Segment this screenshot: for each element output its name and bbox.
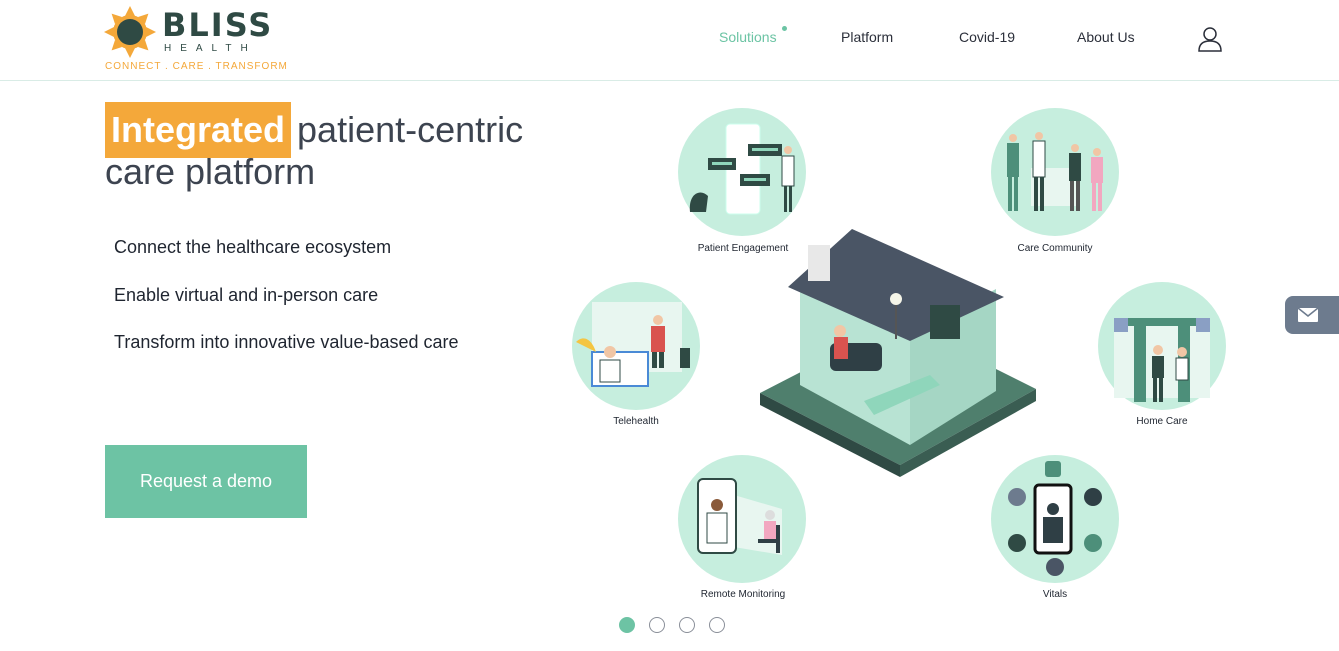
home-care-illustration (1098, 282, 1226, 410)
nav-covid-19[interactable]: Covid-19 (959, 29, 1015, 45)
contact-mail-tab[interactable] (1285, 296, 1339, 334)
user-icon[interactable] (1198, 26, 1222, 52)
bullet-transform: Transform into innovative value-based ca… (114, 332, 459, 352)
carousel-dot-3[interactable] (679, 617, 695, 633)
remote-monitoring-illustration (678, 455, 806, 583)
house-illustration (760, 229, 1036, 477)
headline-line-2: care platform (105, 151, 316, 192)
care-community-illustration (991, 108, 1119, 236)
nav-about-us[interactable]: About Us (1077, 29, 1135, 45)
bullet-enable: Enable virtual and in-person care (114, 285, 379, 305)
logo-subtitle: HEALTH (164, 43, 257, 54)
label-remote-monitoring: Remote Monitoring (700, 589, 786, 600)
carousel-dot-1[interactable] (619, 617, 635, 633)
nav-solutions[interactable]: Solutions (719, 29, 777, 45)
telehealth-illustration (572, 282, 700, 410)
logo-tagline: CONNECT . CARE . TRANSFORM (105, 61, 288, 72)
request-demo-button[interactable]: Request a demo (105, 445, 307, 518)
label-telehealth: Telehealth (613, 416, 659, 427)
care-platform-illustration: Patient Engagement Care Community Telehe… (560, 100, 1240, 610)
active-indicator-dot (782, 26, 787, 31)
sun-logo-icon (104, 6, 156, 58)
nav-platform[interactable]: Platform (841, 29, 893, 45)
logo-wordmark: BLISS (162, 6, 274, 44)
vitals-illustration (991, 455, 1119, 583)
bullet-connect: Connect the healthcare ecosystem (114, 237, 392, 257)
label-home-care: Home Care (1136, 416, 1188, 427)
mail-icon (1298, 308, 1318, 322)
bliss-health-logo[interactable]: BLISS HEALTH CONNECT . CARE . TRANSFORM (104, 6, 287, 76)
hero-headline: Integrated patient-centric care platform (105, 102, 575, 194)
site-header: BLISS HEALTH CONNECT . CARE . TRANSFORM … (0, 0, 1339, 81)
headline-rest: patient-centric (297, 109, 524, 150)
carousel-dot-2[interactable] (649, 617, 665, 633)
label-vitals: Vitals (1042, 589, 1068, 600)
carousel-dot-4[interactable] (709, 617, 725, 633)
patient-engagement-illustration (678, 108, 806, 236)
